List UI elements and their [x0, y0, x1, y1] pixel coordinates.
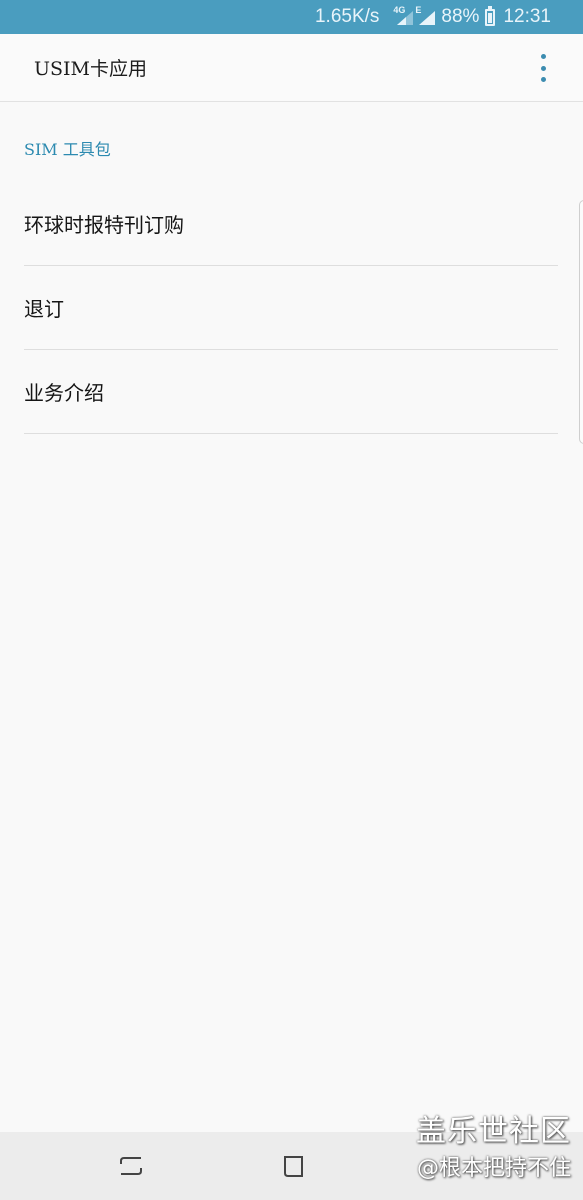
app-bar: USIM卡应用: [0, 34, 583, 102]
clock: 12:31: [503, 6, 551, 27]
sim1-signal-icon: 4G: [393, 6, 414, 27]
recent-apps-icon[interactable]: [118, 1152, 144, 1180]
watermark-title: 盖乐世社区: [416, 1114, 571, 1149]
more-vert-icon-dot: [540, 65, 546, 71]
list-item-unsubscribe[interactable]: 退订: [24, 266, 558, 350]
list-item-subscribe[interactable]: 环球时报特刊订购: [24, 182, 558, 266]
page-title: USIM卡应用: [34, 58, 147, 80]
watermark-user: @根本把持不住: [416, 1156, 571, 1181]
status-bar: 1.65K/s 4G E 88% 12:31: [0, 0, 583, 34]
more-vert-icon-dot: [540, 77, 546, 82]
list-item-label: 环球时报特刊订购: [24, 213, 184, 237]
list-item-label: 业务介绍: [24, 381, 104, 405]
more-options-button[interactable]: [535, 54, 551, 82]
network-speed: 1.65K/s: [314, 6, 380, 27]
battery-icon: [485, 5, 496, 26]
home-icon[interactable]: [280, 1152, 306, 1180]
battery-percent: 88%: [441, 6, 480, 27]
more-vert-icon: [540, 54, 546, 59]
edge-panel-handle[interactable]: [579, 200, 583, 444]
sim2-signal-icon: E: [415, 6, 436, 27]
list-item-service-info[interactable]: 业务介绍: [24, 350, 558, 434]
menu-list: 环球时报特刊订购 退订 业务介绍: [24, 182, 558, 434]
section-header: SIM 工具包: [24, 140, 111, 159]
list-item-label: 退订: [24, 297, 64, 321]
screen: 1.65K/s 4G E 88% 12:31 USIM卡应用 SIM 工具包 环…: [0, 0, 583, 1200]
